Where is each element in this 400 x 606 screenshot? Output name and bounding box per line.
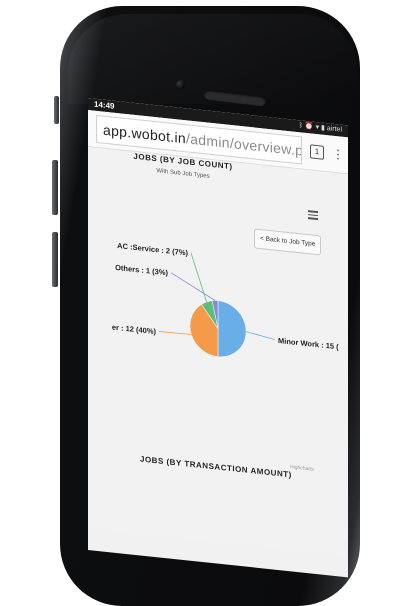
url-path: /admin/overview.php [186,130,302,161]
pie-data-label: Minor Work : 15 ( [278,336,339,351]
chart-menu-icon[interactable] [308,210,318,222]
pie-slice[interactable] [217,300,247,360]
pie-data-label: AC :Service : 2 (7%) [117,241,188,257]
volume-up-button [52,160,58,215]
volume-down-button [52,232,58,287]
pie-data-label: er : 12 (40%) [112,323,157,337]
pie-connector [158,331,192,335]
back-button-label: Back to Job Type [265,235,316,248]
url-domain: app.wobot.in [103,121,186,147]
tab-switcher-button[interactable]: 1 [310,144,324,160]
browser-menu-icon[interactable]: ⋮ [332,147,344,162]
chart-credits: Highcharts [290,464,314,473]
status-time: 14:49 [94,99,115,111]
pie-connector [190,252,207,302]
phone-screen: 14:49 ᛒ ⏰ ▾ ▮ airtel app.wobot.in/admin/… [88,98,348,578]
pie-connector [170,272,216,301]
pie-data-label: Others : 1 (3%) [115,263,168,278]
chart2-title: JOBS (BY TRANSACTION AMOUNT) [140,454,292,480]
page-content: JOBS (BY JOB COUNT) With Sub Job Types <… [88,147,348,555]
pie-chart: Minor Work : 15 ( er : 12 (40%) AC :Servic… [112,241,339,360]
pie-connector [245,331,276,341]
mute-switch [54,96,59,124]
back-to-job-type-button[interactable]: < Back to Job Type [254,228,322,256]
front-camera [176,80,185,89]
